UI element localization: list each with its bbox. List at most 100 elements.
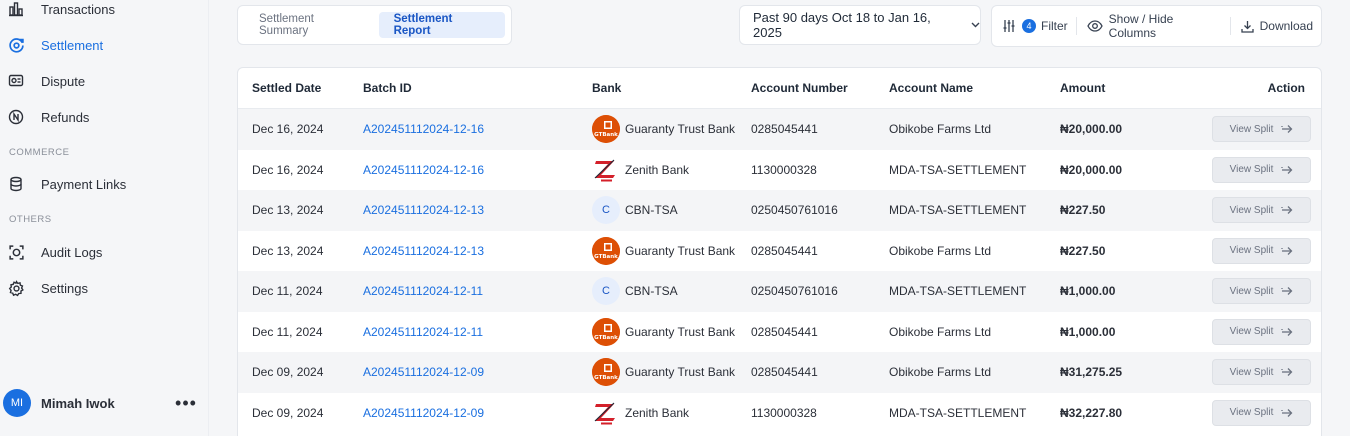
settled-date: Dec 16, 2024 <box>252 122 324 137</box>
header-batch-id[interactable]: Batch ID <box>363 81 412 95</box>
filter-count-badge: 4 <box>1022 19 1036 33</box>
zenith-logo <box>592 398 620 427</box>
sidebar-item-payment-links[interactable]: Payment Links <box>0 166 209 202</box>
batch-id-link[interactable]: A202451112024-12-09 <box>363 365 484 379</box>
download-button[interactable]: Download <box>1231 6 1321 46</box>
sidebar-item-settlement[interactable]: Settlement <box>0 27 209 63</box>
user-profile[interactable]: MI Mimah Iwok ••• <box>0 370 209 436</box>
amount: ₦227.50 <box>1060 203 1106 218</box>
sidebar-item-settings[interactable]: Settings <box>0 270 209 306</box>
sidebar-item-label: Settlement <box>41 37 104 53</box>
view-split-button[interactable]: View Split <box>1212 197 1311 224</box>
view-split-button[interactable]: View Split <box>1212 399 1311 426</box>
batch-id-link[interactable]: A202451112024-12-11 <box>363 325 483 339</box>
arrow-right-icon <box>1281 367 1293 377</box>
bank-cell: GTBank Guaranty Trust Bank <box>592 317 736 346</box>
dispute-icon <box>7 72 25 90</box>
amount: ₦20,000.00 <box>1060 162 1123 177</box>
header-settled-date[interactable]: Settled Date <box>252 81 321 95</box>
database-icon <box>7 175 25 193</box>
view-split-button[interactable]: View Split <box>1212 359 1311 386</box>
bar-chart-icon <box>7 0 25 18</box>
arrow-right-icon <box>1281 165 1293 175</box>
eye-icon <box>1086 20 1103 32</box>
sidebar-item-audit-logs[interactable]: Audit Logs <box>0 234 209 270</box>
table-row: Dec 09, 2024 A202451112024-12-09 Zenith … <box>238 393 1321 434</box>
table-row: Dec 13, 2024 A202451112024-12-13 C CBN-T… <box>238 190 1321 231</box>
table-row: Dec 09, 2024 A202451112024-12-09 GTBank … <box>238 352 1321 393</box>
svg-text:GTBank: GTBank <box>594 254 618 260</box>
settlement-icon <box>7 36 25 54</box>
batch-id-link[interactable]: A202451112024-12-13 <box>363 244 484 258</box>
bank-name: Zenith Bank <box>625 405 690 420</box>
amount: ₦32,227.80 <box>1060 405 1123 420</box>
arrow-right-icon <box>1281 327 1293 337</box>
table-toolbar: 4 Filter Show / Hide Columns Download <box>991 5 1322 47</box>
gear-icon <box>7 279 25 297</box>
header-amount[interactable]: Amount <box>1060 81 1105 95</box>
settled-date: Dec 11, 2024 <box>252 284 323 299</box>
account-number: 1130000328 <box>751 162 817 177</box>
bank-name: Guaranty Trust Bank <box>625 122 736 137</box>
arrow-right-icon <box>1281 286 1293 296</box>
show-hide-columns-label: Show / Hide Columns <box>1108 12 1174 40</box>
settled-date: Dec 09, 2024 <box>252 365 324 380</box>
batch-id-link[interactable]: A202451112024-12-09 <box>363 406 484 420</box>
settled-date: Dec 09, 2024 <box>252 405 324 420</box>
header-account-number[interactable]: Account Number <box>751 81 848 95</box>
view-split-label: View Split <box>1229 204 1274 216</box>
sidebar-item-dispute[interactable]: Dispute <box>0 63 209 99</box>
account-name: MDA-TSA-SETTLEMENT <box>889 162 1027 177</box>
cbn-logo: C <box>592 277 620 306</box>
view-split-button[interactable]: View Split <box>1212 278 1311 305</box>
sidebar-item-label: Refunds <box>41 109 90 125</box>
chevron-down-icon <box>971 20 980 31</box>
action-cell: View Split <box>1212 237 1311 264</box>
batch-id-link[interactable]: A202451112024-12-11 <box>363 284 483 298</box>
refund-icon <box>7 108 25 126</box>
header-bank[interactable]: Bank <box>592 81 621 95</box>
batch-id-link[interactable]: A202451112024-12-16 <box>363 163 484 177</box>
arrow-right-icon <box>1281 124 1293 134</box>
account-number: 0250450761016 <box>751 284 838 299</box>
gtbank-logo: GTBank <box>592 358 620 387</box>
view-split-label: View Split <box>1229 245 1274 257</box>
amount: ₦227.50 <box>1060 243 1106 258</box>
amount: ₦20,000.00 <box>1060 122 1123 137</box>
view-split-button[interactable]: View Split <box>1212 116 1311 143</box>
sidebar: Transactions Settlement Dispute Refunds … <box>0 0 209 436</box>
bank-cell: Zenith Bank <box>592 155 690 184</box>
gtbank-logo: GTBank <box>592 236 620 265</box>
bank-cell: GTBank Guaranty Trust Bank <box>592 358 735 387</box>
account-name: MDA-TSA-SETTLEMENT <box>889 405 1027 420</box>
action-cell: View Split <box>1212 197 1311 224</box>
bank-name: Zenith Bank <box>625 162 690 177</box>
sidebar-item-refunds[interactable]: Refunds <box>0 99 209 135</box>
gtbank-logo: GTBank <box>592 317 620 346</box>
amount: ₦1,000.00 <box>1060 284 1116 299</box>
header-action: Action <box>1267 81 1305 95</box>
batch-id-link[interactable]: A202451112024-12-13 <box>363 203 484 217</box>
bank-name: Guaranty Trust Bank <box>625 324 736 339</box>
section-label-commerce: COMMERCE <box>9 147 70 158</box>
app-root: Transactions Settlement Dispute Refunds … <box>0 0 1350 436</box>
view-split-button[interactable]: View Split <box>1212 156 1311 183</box>
sidebar-item-transactions[interactable]: Transactions <box>0 0 209 27</box>
settled-date: Dec 16, 2024 <box>252 162 324 177</box>
account-number: 1130000328 <box>751 405 817 420</box>
batch-id-link[interactable]: A202451112024-12-16 <box>363 122 484 136</box>
view-split-button[interactable]: View Split <box>1212 318 1311 345</box>
account-number: 0285045441 <box>751 122 818 137</box>
date-range-label: Past 90 days Oct 18 to Jan 16, 2025 <box>753 10 931 40</box>
account-name: Obikobe Farms Ltd <box>889 122 992 137</box>
filter-button[interactable]: 4 Filter <box>992 6 1076 46</box>
show-hide-columns-button[interactable]: Show / Hide Columns <box>1077 6 1230 46</box>
tab-settlement-report[interactable]: Settlement Report <box>378 12 505 38</box>
more-options-icon[interactable]: ••• <box>171 393 201 414</box>
header-account-name[interactable]: Account Name <box>889 81 973 95</box>
view-split-button[interactable]: View Split <box>1212 237 1311 264</box>
date-range-select[interactable]: Past 90 days Oct 18 to Jan 16, 2025 <box>739 5 981 45</box>
arrow-right-icon <box>1281 205 1293 215</box>
svg-text:GTBank: GTBank <box>594 335 618 341</box>
tab-settlement-summary[interactable]: Settlement Summary <box>244 12 379 38</box>
